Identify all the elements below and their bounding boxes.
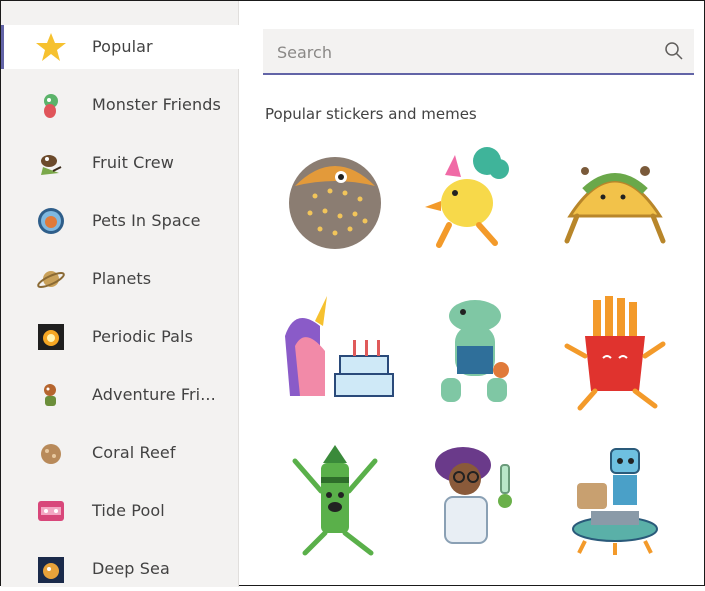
coral-reef-icon [41,444,61,464]
sidebar-item-fruit-crew[interactable]: Fruit Crew [1,141,239,185]
search-icon[interactable] [664,41,684,61]
sticker-categories-sidebar: Popular Monster Friends Fruit Crew Pets … [1,1,239,587]
unicorn-birthday-cake-sticker[interactable] [275,296,395,416]
sidebar-item-adventure-friends[interactable]: Adventure Fri... [1,373,239,417]
sidebar-item-periodic-pals[interactable]: Periodic Pals [1,315,239,359]
scientist-sticker[interactable] [415,441,535,561]
planet-icon [37,271,65,288]
sidebar-item-popular[interactable]: Popular [1,25,239,69]
sidebar-item-deep-sea[interactable]: Deep Sea [1,547,239,591]
sidebar-item-label: Adventure Fri... [92,385,216,404]
sidebar-item-pets-in-space[interactable]: Pets In Space [1,199,239,243]
sidebar-item-label: Tide Pool [92,501,165,520]
tide-pool-icon [38,501,64,521]
star-icon [36,33,66,61]
sidebar-item-label: Monster Friends [92,95,221,114]
sidebar-item-label: Pets In Space [92,211,201,230]
monster-friends-icon [44,94,58,118]
crayon-sticker[interactable] [275,441,395,561]
taco-sticker[interactable] [555,141,675,261]
search-input[interactable] [275,37,639,67]
french-fries-sticker[interactable] [555,296,675,416]
periodic-pals-icon [38,324,64,350]
search-box[interactable] [263,29,694,75]
fruit-crew-icon [41,155,62,175]
sidebar-item-label: Fruit Crew [92,153,174,172]
sidebar-item-monster-friends[interactable]: Monster Friends [1,83,239,127]
sidebar-item-coral-reef[interactable]: Coral Reef [1,431,239,475]
sidebar-item-label: Planets [92,269,152,288]
sidebar-item-label: Deep Sea [92,559,170,578]
sticker-panel: Popular stickers and memes [240,1,705,587]
pets-in-space-icon [38,208,64,234]
sidebar-item-planets[interactable]: Planets [1,257,239,301]
deep-sea-icon [38,557,64,583]
section-title: Popular stickers and memes [265,105,477,123]
dinosaur-sticker[interactable] [415,296,535,416]
sidebar-item-label: Coral Reef [92,443,176,462]
sidebar-item-tide-pool[interactable]: Tide Pool [1,489,239,533]
adventure-friends-icon [44,384,56,406]
sidebar-item-label: Periodic Pals [92,327,194,346]
sidebar-item-label: Popular [92,37,153,56]
pufferfish-sticker[interactable] [275,141,395,261]
duck-with-broccoli-sticker[interactable] [415,141,535,261]
robot-sticker[interactable] [555,441,675,561]
